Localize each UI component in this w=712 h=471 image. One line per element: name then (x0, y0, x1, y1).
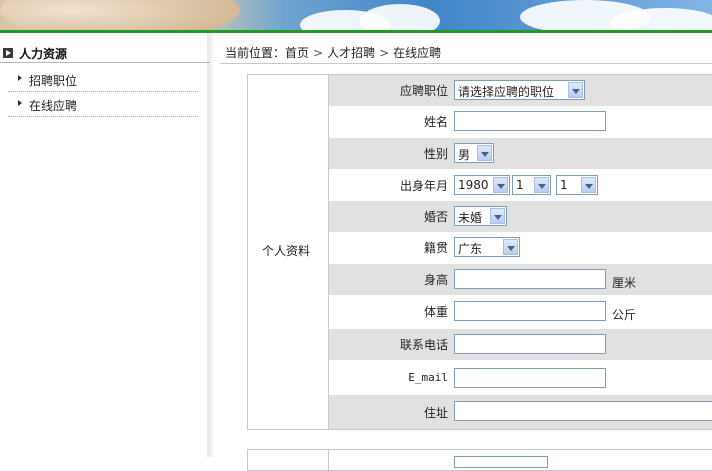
birth-label: 出身年月 (399, 179, 448, 193)
phone-label: 联系电话 (399, 338, 448, 352)
email-input[interactable] (454, 368, 606, 388)
chevron-down-icon[interactable] (477, 145, 492, 161)
weight-label: 体重 (423, 305, 448, 319)
application-form: 个人资料 应聘职位 请选择应聘的职位 姓名 性别 男 出身年月 1980 1 1 (247, 74, 712, 430)
row-phone: 联系电话 (329, 329, 712, 360)
name-label: 姓名 (423, 115, 448, 129)
next-form-section (247, 449, 712, 471)
section-cell: 个人资料 (248, 75, 329, 429)
sidebar-item-apply[interactable]: 在线应聘 (8, 92, 198, 117)
breadcrumb-prefix: 当前位置： (225, 46, 286, 60)
chevron-down-icon[interactable] (534, 177, 549, 193)
birth-day-value: 1 (560, 178, 568, 192)
breadcrumb: 当前位置：首页 > 人才招聘 > 在线应聘 (220, 40, 712, 64)
email-label: E_mail (408, 371, 448, 384)
hometown-value: 广东 (458, 242, 483, 256)
row-height: 身高 厘米 (329, 264, 712, 295)
position-select[interactable]: 请选择应聘的职位 (454, 80, 585, 100)
row-birth: 出身年月 1980 1 1 (329, 170, 712, 201)
breadcrumb-separator: > (379, 46, 390, 60)
chevron-down-icon[interactable] (493, 177, 508, 193)
header-banner (0, 0, 712, 30)
height-label: 身高 (423, 273, 448, 287)
height-input[interactable] (454, 269, 606, 289)
marital-select[interactable]: 未婚 (454, 206, 507, 226)
weight-input[interactable] (454, 301, 606, 321)
chevron-down-icon[interactable] (503, 239, 518, 255)
section-label: 个人资料 (262, 244, 311, 258)
row-email: E_mail (329, 363, 712, 394)
name-input[interactable] (454, 111, 606, 131)
arrow-right-icon (18, 75, 22, 81)
address-input[interactable] (454, 401, 712, 421)
row-name: 姓名 (329, 106, 712, 137)
gender-value: 男 (458, 148, 471, 162)
gender-select[interactable]: 男 (454, 143, 494, 163)
marital-label: 婚否 (423, 210, 448, 224)
weight-unit: 公斤 (612, 308, 637, 322)
birth-year-value: 1980 (458, 178, 489, 192)
row-address: 住址 (329, 395, 712, 429)
height-unit: 厘米 (612, 276, 637, 290)
breadcrumb-separator: > (313, 46, 324, 60)
marital-value: 未婚 (458, 211, 483, 225)
arrow-right-icon (18, 100, 22, 106)
chevron-down-icon[interactable] (581, 177, 596, 193)
chevron-down-icon[interactable] (568, 82, 583, 98)
row-weight: 体重 公斤 (329, 296, 712, 327)
phone-input[interactable] (454, 334, 606, 354)
sidebar-header: 人力资源 (0, 40, 210, 63)
breadcrumb-current: 在线应聘 (393, 46, 442, 60)
sidebar-item-jobs[interactable]: 招聘职位 (8, 67, 198, 92)
row-hometown: 籍贯 广东 (329, 232, 712, 263)
sidebar-shadow (207, 33, 215, 457)
next-input[interactable] (454, 456, 548, 468)
birth-month-value: 1 (516, 178, 524, 192)
row-gender: 性别 男 (329, 138, 712, 169)
birth-year-select[interactable]: 1980 (454, 175, 510, 195)
breadcrumb-recruit[interactable]: 人才招聘 (327, 46, 375, 60)
breadcrumb-home[interactable]: 首页 (285, 46, 309, 60)
position-value: 请选择应聘的职位 (458, 85, 555, 99)
position-label: 应聘职位 (399, 84, 448, 98)
hometown-select[interactable]: 广东 (454, 237, 520, 257)
gender-label: 性别 (423, 147, 448, 161)
row-position: 应聘职位 请选择应聘的职位 (329, 75, 712, 106)
section-divider (328, 450, 329, 470)
address-label: 住址 (423, 406, 448, 420)
banner-photo (0, 0, 240, 30)
birth-month-select[interactable]: 1 (512, 175, 551, 195)
sidebar-item-label[interactable]: 在线应聘 (29, 97, 77, 114)
sidebar-item-label[interactable]: 招聘职位 (29, 72, 77, 89)
square-arrow-icon (3, 48, 13, 58)
birth-day-select[interactable]: 1 (556, 175, 598, 195)
sidebar-title: 人力资源 (19, 47, 68, 61)
row-marital: 婚否 未婚 (329, 201, 712, 232)
chevron-down-icon[interactable] (490, 208, 505, 224)
hometown-label: 籍贯 (423, 241, 448, 255)
